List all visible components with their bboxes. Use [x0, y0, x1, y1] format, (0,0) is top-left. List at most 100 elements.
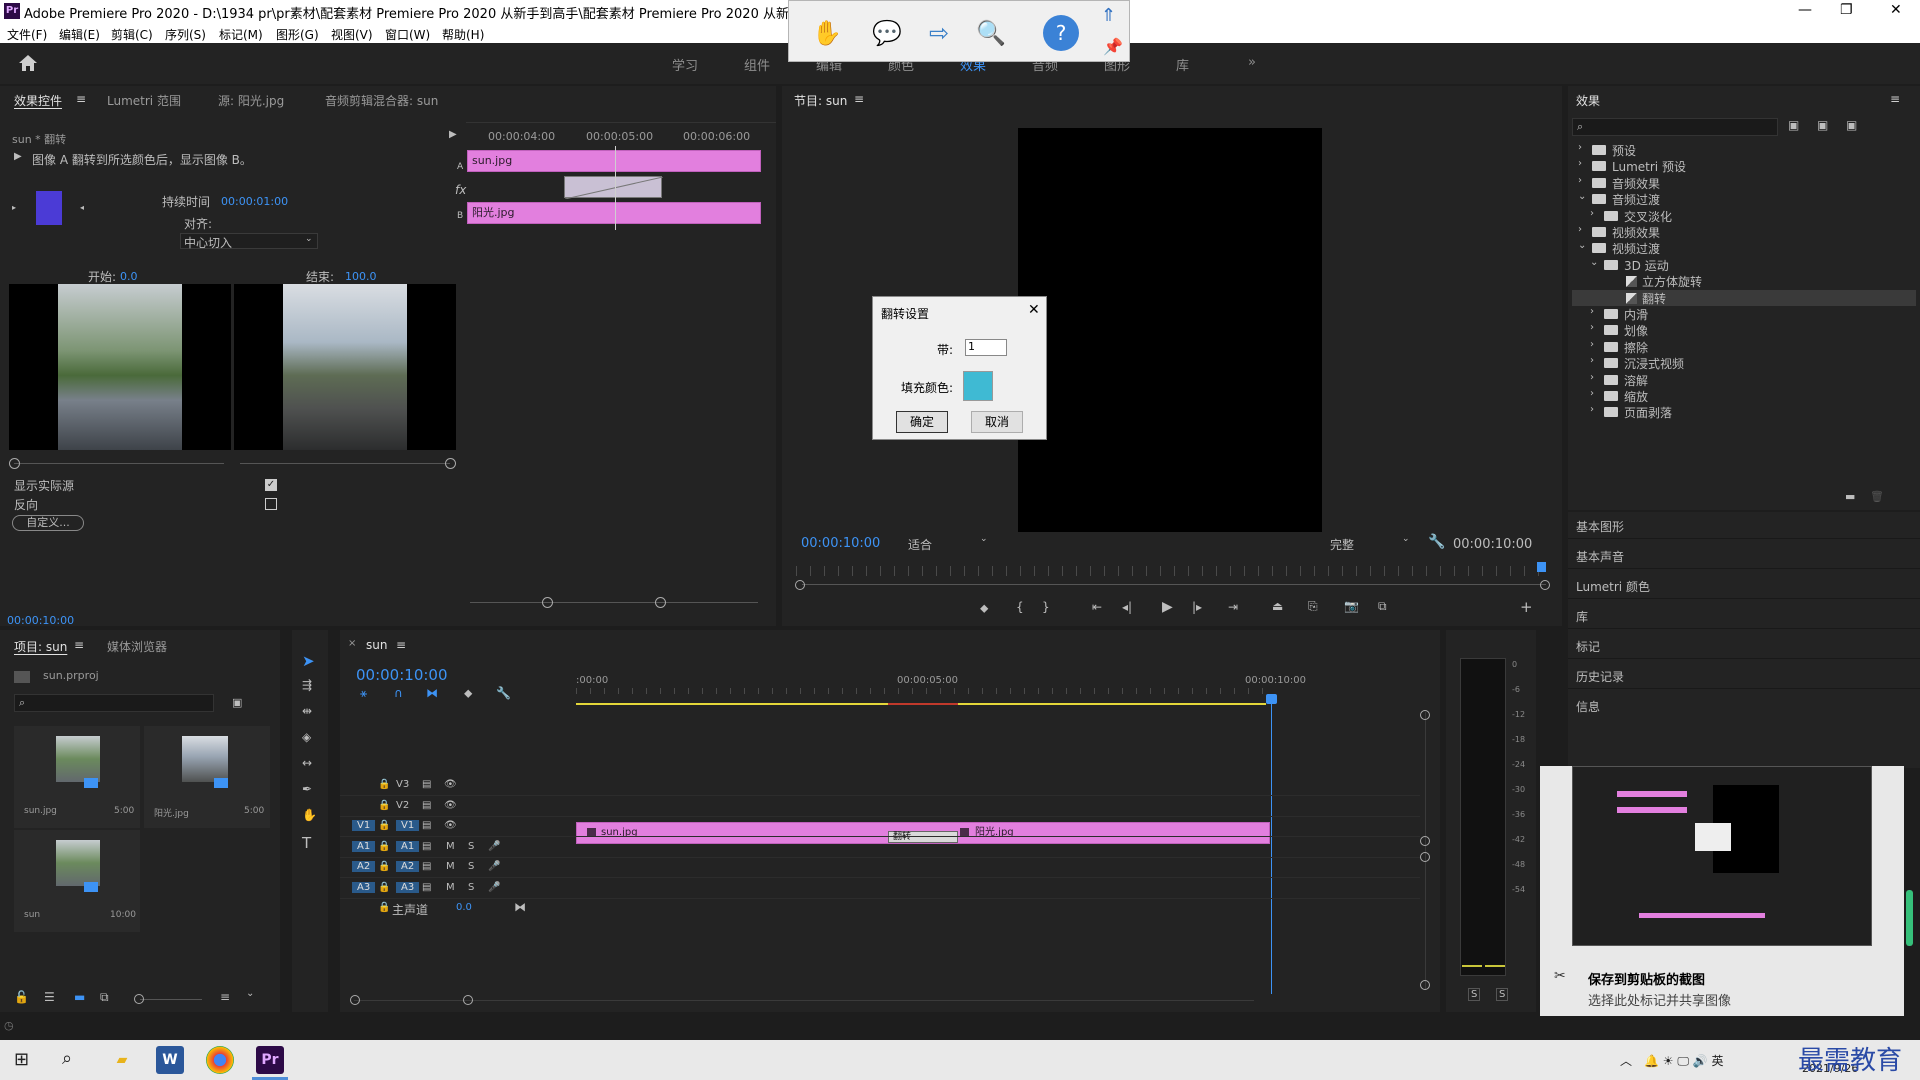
- mute-button[interactable]: M: [446, 882, 455, 893]
- start-slider[interactable]: [14, 463, 224, 464]
- timeline-tab[interactable]: sun: [366, 638, 387, 652]
- lock-track-icon[interactable]: 🔒: [378, 779, 390, 790]
- effects-tree-item[interactable]: › 预设: [1572, 142, 1916, 158]
- go-to-out-icon[interactable]: ⇥: [1228, 600, 1238, 614]
- sync-lock-icon[interactable]: ▤: [422, 841, 431, 852]
- thumbnail-size-handle[interactable]: [134, 994, 144, 1004]
- sync-lock-icon[interactable]: ▤: [422, 820, 431, 831]
- chevron-right-icon[interactable]: ›: [1590, 322, 1594, 333]
- vscroll-handle-mid[interactable]: [1420, 836, 1430, 846]
- project-search-input[interactable]: ⌕: [14, 694, 214, 712]
- playhead-handle[interactable]: [1266, 694, 1277, 704]
- effects-tree-item[interactable]: › 溶解: [1572, 372, 1916, 388]
- screenshot-notification[interactable]: ✂ 保存到剪贴板的截图 选择此处标记并共享图像: [1540, 766, 1904, 1028]
- quality-dropdown[interactable]: 完整 ⌄: [1330, 534, 1416, 552]
- accelerated-effects-icon[interactable]: ▣: [1788, 118, 1799, 132]
- eye-icon[interactable]: 👁: [444, 820, 457, 831]
- chevron-right-icon[interactable]: ›: [1578, 175, 1582, 186]
- chevron-right-icon[interactable]: ›: [1590, 355, 1594, 366]
- track-label-a3[interactable]: A3: [396, 881, 420, 893]
- effects-tree-item[interactable]: › 沉浸式视频: [1572, 355, 1916, 371]
- master-volume-value[interactable]: 0.0: [456, 902, 472, 913]
- new-bin-icon[interactable]: ▬: [1845, 490, 1855, 503]
- voiceover-icon[interactable]: 🎤: [488, 861, 500, 872]
- duration-value[interactable]: 00:00:01:00: [221, 195, 288, 208]
- panel-essential-graphics[interactable]: 基本图形: [1576, 518, 1624, 535]
- workspace-assembly[interactable]: 组件: [744, 55, 770, 74]
- chevron-down-icon[interactable]: ⌄: [1578, 191, 1586, 202]
- effects-tree-item[interactable]: › 擦除: [1572, 339, 1916, 355]
- type-tool-icon[interactable]: T: [302, 834, 311, 852]
- sync-lock-icon[interactable]: ▤: [422, 882, 431, 893]
- end-value[interactable]: 100.0: [345, 270, 377, 283]
- timeline-close-icon[interactable]: ×: [348, 638, 356, 649]
- program-menu-icon[interactable]: ≡: [854, 92, 864, 106]
- effect-controls-time[interactable]: 00:00:10:00: [7, 614, 74, 627]
- effects-tree-item[interactable]: › 视频效果: [1572, 224, 1916, 240]
- selection-tool-icon[interactable]: ➤: [302, 652, 315, 670]
- track-label-a2[interactable]: A2: [396, 861, 420, 872]
- solo-button[interactable]: S: [468, 882, 474, 893]
- tab-lumetri-scopes[interactable]: Lumetri 范围: [107, 92, 181, 109]
- extract-icon[interactable]: ⎘: [1308, 599, 1318, 614]
- menu-file[interactable]: 文件(F): [7, 26, 47, 43]
- track-label-v3[interactable]: V3: [396, 779, 409, 790]
- nest-icon[interactable]: ⚹: [360, 686, 367, 701]
- track-select-tool-icon[interactable]: ⇶: [302, 678, 312, 692]
- mini-clip-a[interactable]: sun.jpg: [467, 150, 761, 172]
- source-patch-a3[interactable]: A3: [352, 881, 376, 893]
- ripple-edit-tool-icon[interactable]: ⇹: [302, 704, 312, 718]
- effects-tree-item[interactable]: › 页面剥落: [1572, 404, 1916, 420]
- tab-project[interactable]: 项目: sun: [14, 638, 67, 655]
- project-item-sun-sequence[interactable]: sun 10:00: [14, 830, 140, 932]
- arrow-right-icon[interactable]: ◂: [80, 203, 84, 212]
- effects-tree-item[interactable]: › 划像: [1572, 322, 1916, 338]
- workspace-more[interactable]: »: [1248, 55, 1256, 70]
- new-bin-from-search-icon[interactable]: ▣: [232, 696, 242, 709]
- sync-lock-icon[interactable]: ▤: [422, 800, 431, 811]
- menu-help[interactable]: 帮助(H): [442, 26, 484, 43]
- chevron-right-icon[interactable]: ›: [1590, 339, 1594, 350]
- effects-tree-item[interactable]: ⌄ 视频过渡: [1572, 240, 1916, 256]
- voiceover-icon[interactable]: 🎤: [488, 882, 500, 893]
- fill-color-swatch[interactable]: [963, 371, 993, 401]
- mute-button[interactable]: M: [446, 861, 455, 872]
- mark-out-icon[interactable]: }: [1042, 600, 1050, 614]
- chevron-right-icon[interactable]: ›: [1590, 208, 1594, 219]
- icon-view-icon[interactable]: ▬: [74, 990, 85, 1004]
- arrow-left-icon[interactable]: ▸: [12, 203, 16, 212]
- vscroll-handle-mid2[interactable]: [1420, 852, 1430, 862]
- solo-button[interactable]: S: [468, 861, 474, 872]
- align-dropdown[interactable]: 中心切入 ⌄: [180, 233, 318, 250]
- mini-scroll-handle-left[interactable]: [542, 597, 553, 608]
- add-marker-icon[interactable]: ⬥: [464, 686, 472, 701]
- close-button[interactable]: ✕: [1890, 2, 1902, 18]
- show-source-checkbox[interactable]: ✓: [265, 479, 277, 491]
- chevron-down-icon[interactable]: ⌄: [1590, 257, 1598, 268]
- ok-button[interactable]: 确定: [896, 411, 948, 433]
- button-editor-icon[interactable]: +: [1520, 598, 1533, 616]
- zoom-handle-right[interactable]: [1540, 580, 1550, 590]
- lock-track-icon[interactable]: 🔒: [378, 841, 390, 852]
- minimize-button[interactable]: —: [1798, 2, 1812, 18]
- chevron-right-icon[interactable]: ›: [1578, 224, 1582, 235]
- collapse-up-icon[interactable]: ⇑: [1101, 5, 1116, 26]
- mute-button[interactable]: M: [446, 841, 455, 852]
- lock-track-icon[interactable]: 🔒: [378, 882, 390, 893]
- project-item-yangguang-jpg[interactable]: 阳光.jpg 5:00: [144, 726, 270, 828]
- menu-edit[interactable]: 编辑(E): [59, 26, 100, 43]
- eye-icon[interactable]: 👁: [444, 800, 457, 811]
- step-forward-icon[interactable]: |▸: [1192, 600, 1202, 614]
- effects-tree-item[interactable]: ⌄ 3D 运动: [1572, 257, 1916, 273]
- vscroll-handle-bottom[interactable]: [1420, 980, 1430, 990]
- chevron-down-icon[interactable]: ⌄: [1578, 240, 1586, 251]
- source-patch-a1[interactable]: A1: [352, 840, 376, 852]
- hscroll-handle-left[interactable]: [350, 995, 360, 1005]
- start-value[interactable]: 0.0: [120, 270, 138, 283]
- program-time-ruler[interactable]: [796, 566, 1552, 576]
- effects-tree-item[interactable]: › 音频效果: [1572, 175, 1916, 191]
- solo-left-button[interactable]: S: [1468, 988, 1481, 1001]
- panel-libraries[interactable]: 库: [1576, 608, 1588, 625]
- export-icon[interactable]: ⇨: [921, 15, 957, 51]
- slip-tool-icon[interactable]: ↔: [302, 756, 312, 770]
